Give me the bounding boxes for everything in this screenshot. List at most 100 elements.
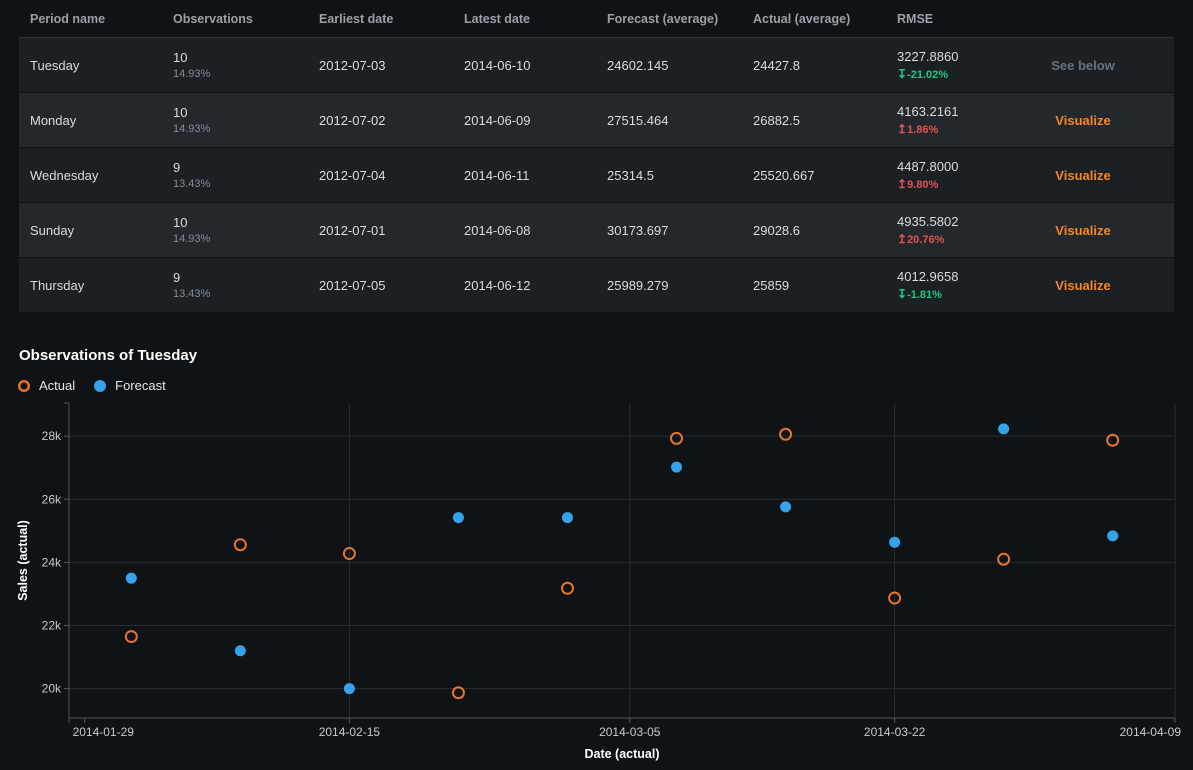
rmse-value: 3227.8860 <box>897 49 992 64</box>
rmse-delta-percent: 1.86% <box>907 124 938 136</box>
rmse-cell: 4012.9658 ↧-1.81% <box>897 269 1000 301</box>
legend-label-forecast: Forecast <box>115 378 166 393</box>
period-name-cell: Tuesday <box>19 58 173 73</box>
action-cell: Visualize <box>1000 278 1174 293</box>
filled-circle-marker-icon <box>93 379 107 393</box>
earliest-date-cell: 2012-07-03 <box>319 58 464 73</box>
rmse-trend-arrow-icon: ↥ <box>897 232 907 246</box>
earliest-date-cell: 2012-07-01 <box>319 223 464 238</box>
earliest-date-cell: 2012-07-04 <box>319 168 464 183</box>
actual-average-cell: 26882.5 <box>753 113 897 128</box>
rmse-delta-badge: ↥20.76% <box>897 232 992 246</box>
rmse-delta-badge: ↥1.86% <box>897 122 992 136</box>
x-axis-tick-label: 2014-01-29 <box>73 725 135 739</box>
see-below-label: See below <box>1051 58 1115 73</box>
forecast-data-point <box>998 423 1009 434</box>
actual-average-cell: 25520.667 <box>753 168 897 183</box>
observations-cell: 9 13.43% <box>173 160 319 190</box>
rmse-cell: 3227.8860 ↧-21.02% <box>897 49 1000 81</box>
observations-cell: 10 14.93% <box>173 105 319 135</box>
observations-percent: 14.93% <box>173 233 311 245</box>
latest-date-cell: 2014-06-09 <box>464 113 607 128</box>
observations-percent: 13.43% <box>173 288 311 300</box>
table-row: Tuesday 10 14.93% 2012-07-03 2014-06-10 … <box>19 38 1174 93</box>
legend-item-forecast[interactable]: Forecast <box>93 378 166 393</box>
column-header-rmse: RMSE <box>897 12 1000 26</box>
y-axis-tick-label: 24k <box>42 555 62 569</box>
action-cell: See below <box>1000 58 1174 73</box>
rmse-trend-arrow-icon: ↥ <box>897 122 907 136</box>
rmse-delta-percent: -21.02% <box>907 69 948 81</box>
actual-data-point <box>235 539 246 550</box>
y-axis-title: Sales (actual) <box>16 520 30 601</box>
forecast-data-point <box>453 512 464 523</box>
column-header-actual-average: Actual (average) <box>753 12 897 26</box>
rmse-delta-percent: 20.76% <box>907 234 944 246</box>
observations-count: 9 <box>173 270 311 285</box>
column-header-earliest-date: Earliest date <box>319 12 464 26</box>
observations-percent: 14.93% <box>173 123 311 135</box>
table-row: Monday 10 14.93% 2012-07-02 2014-06-09 2… <box>19 93 1174 148</box>
latest-date-cell: 2014-06-10 <box>464 58 607 73</box>
actual-data-point <box>998 554 1009 565</box>
forecast-data-point <box>562 512 573 523</box>
forecast-average-cell: 24602.145 <box>607 58 753 73</box>
actual-data-point <box>562 583 573 594</box>
chart-title: Observations of Tuesday <box>19 347 197 364</box>
column-header-period-name: Period name <box>19 12 173 26</box>
forecast-average-cell: 25314.5 <box>607 168 753 183</box>
earliest-date-cell: 2012-07-02 <box>319 113 464 128</box>
series-forecast-points <box>126 423 1118 694</box>
rmse-delta-badge: ↧-1.81% <box>897 287 992 301</box>
x-axis-tick-label: 2014-03-22 <box>864 725 926 739</box>
column-header-observations: Observations <box>173 12 319 26</box>
legend-label-actual: Actual <box>39 378 75 393</box>
table-header-row: Period name Observations Earliest date L… <box>19 0 1174 38</box>
period-name-cell: Thursday <box>19 278 173 293</box>
chart-legend: Actual Forecast <box>17 378 166 393</box>
action-cell: Visualize <box>1000 113 1174 128</box>
forecast-data-point <box>671 462 682 473</box>
forecast-average-cell: 27515.464 <box>607 113 753 128</box>
visualize-link[interactable]: Visualize <box>1055 278 1110 293</box>
action-cell: Visualize <box>1000 168 1174 183</box>
legend-item-actual[interactable]: Actual <box>17 378 75 393</box>
observations-count: 9 <box>173 160 311 175</box>
series-actual-points <box>126 429 1118 699</box>
column-header-forecast-average: Forecast (average) <box>607 12 753 26</box>
y-axis-tick-label: 20k <box>42 682 62 696</box>
forecast-data-point <box>1107 530 1118 541</box>
observations-cell: 10 14.93% <box>173 215 319 245</box>
rmse-delta-percent: -1.81% <box>907 289 942 301</box>
rmse-value: 4487.8000 <box>897 159 992 174</box>
rmse-delta-badge: ↧-21.02% <box>897 67 992 81</box>
forecast-average-cell: 25989.279 <box>607 278 753 293</box>
earliest-date-cell: 2012-07-05 <box>319 278 464 293</box>
visualize-link[interactable]: Visualize <box>1055 168 1110 183</box>
actual-data-point <box>671 433 682 444</box>
scatter-chart: 20k22k24k26k28k2014-01-292014-02-152014-… <box>0 398 1193 770</box>
rmse-trend-arrow-icon: ↧ <box>897 287 907 301</box>
period-name-cell: Sunday <box>19 223 173 238</box>
forecast-data-point <box>344 683 355 694</box>
period-name-cell: Wednesday <box>19 168 173 183</box>
observations-percent: 14.93% <box>173 68 311 80</box>
table-body: Tuesday 10 14.93% 2012-07-03 2014-06-10 … <box>19 38 1174 313</box>
rmse-cell: 4935.5802 ↥20.76% <box>897 214 1000 246</box>
x-axis-tick-label: 2014-04-09 <box>1120 725 1182 739</box>
period-name-cell: Monday <box>19 113 173 128</box>
rmse-value: 4935.5802 <box>897 214 992 229</box>
rmse-trend-arrow-icon: ↥ <box>897 177 907 191</box>
latest-date-cell: 2014-06-11 <box>464 168 607 183</box>
observations-count: 10 <box>173 105 311 120</box>
visualize-link[interactable]: Visualize <box>1055 223 1110 238</box>
actual-data-point <box>126 631 137 642</box>
rmse-delta-percent: 9.80% <box>907 179 938 191</box>
table-row: Wednesday 9 13.43% 2012-07-04 2014-06-11… <box>19 148 1174 203</box>
visualize-link[interactable]: Visualize <box>1055 113 1110 128</box>
observations-percent: 13.43% <box>173 178 311 190</box>
latest-date-cell: 2014-06-08 <box>464 223 607 238</box>
actual-data-point <box>780 429 791 440</box>
x-axis-title: Date (actual) <box>584 747 659 761</box>
x-axis-tick-label: 2014-03-05 <box>599 725 661 739</box>
